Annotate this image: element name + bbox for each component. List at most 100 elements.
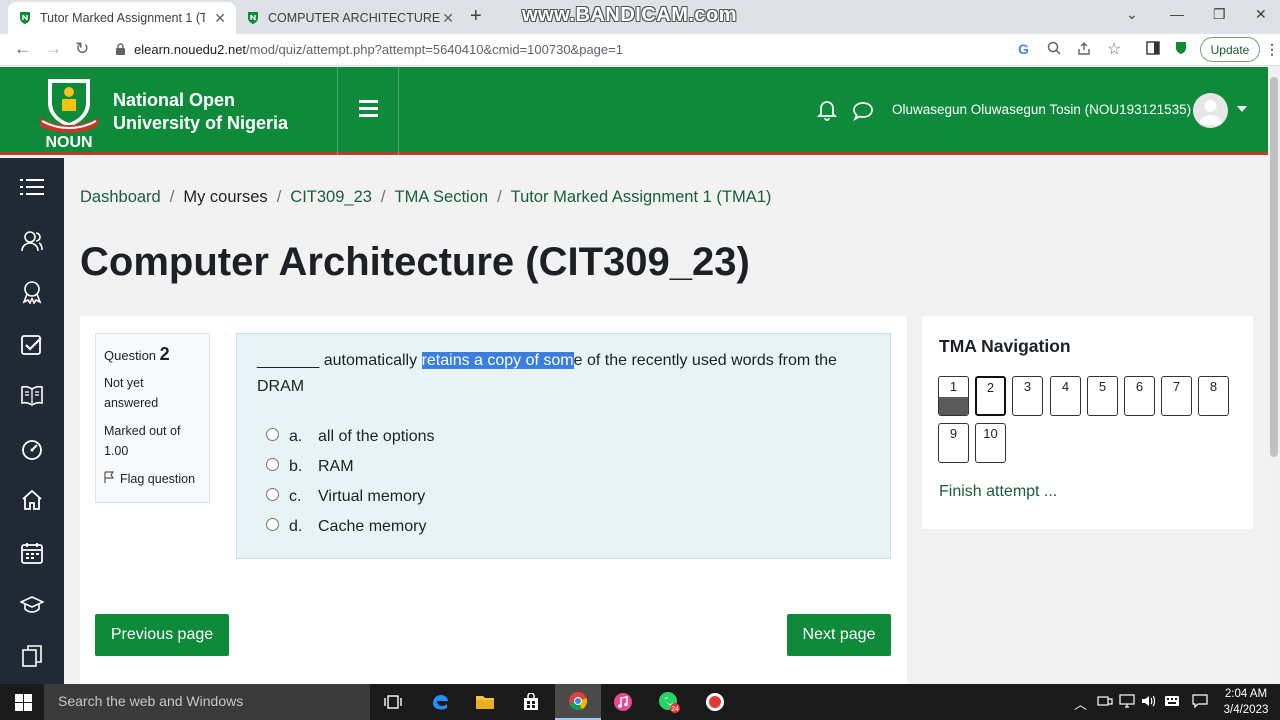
site-brand[interactable]: National Open University of Nigeria [113,89,288,135]
answer-letter: a. [289,428,303,445]
question-content: _______ automatically retains a copy of … [236,333,891,559]
address-bar[interactable]: elearn.nouedu2.net/mod/quiz/attempt.php?… [134,42,623,57]
update-button[interactable]: Update [1200,37,1260,62]
nav-question-number: 2 [986,380,995,395]
next-page-button[interactable]: Next page [787,614,891,656]
share-icon[interactable] [1077,41,1091,58]
action-center-monitor-icon[interactable] [1119,694,1135,711]
answer-text: RAM [318,458,354,475]
menu-dots-icon[interactable]: ⋮ [1265,41,1279,58]
calendar-icon[interactable] [19,540,45,566]
question-text-part: _______ automatically [257,352,422,369]
chrome-icon[interactable] [555,684,601,720]
nav-question-7[interactable]: 7 [1161,376,1192,416]
itunes-icon[interactable] [600,684,646,720]
answer-radio[interactable] [266,457,279,471]
store-icon[interactable] [508,684,554,720]
answer-option-c[interactable]: c. Virtual memory [257,482,870,512]
private-files-icon[interactable] [19,643,45,669]
nav-question-2[interactable]: 2 [975,376,1006,416]
tab-tutor-marked-assignment[interactable]: Tutor Marked Assignment 1 (TMA1 ✕ [8,2,236,34]
user-full-name[interactable]: Oluwasegun Oluwasegun Tosin (NOU19312153… [892,102,1191,117]
breadcrumb-dashboard[interactable]: Dashboard [80,188,161,207]
system-clock[interactable]: 2:04 AM 3/4/2023 [1218,686,1274,718]
close-tab-icon[interactable]: ✕ [214,10,226,27]
whatsapp-icon[interactable]: 24 [646,684,692,720]
nav-question-number: 5 [1098,379,1107,394]
profile-extension-icon[interactable] [1174,41,1188,58]
answer-option-a[interactable]: a. all of the options [257,422,870,452]
file-explorer-icon[interactable] [462,684,508,720]
answer-text: all of the options [318,428,435,445]
competencies-check-icon[interactable] [19,332,45,358]
nav-question-10[interactable]: 10 [975,423,1006,463]
close-tab-icon[interactable]: ✕ [442,10,454,27]
my-courses-cap-icon[interactable] [19,592,45,618]
answer-text: Virtual memory [318,488,426,505]
task-view-icon[interactable] [370,684,416,720]
nav-question-3[interactable]: 3 [1012,376,1043,416]
lock-icon[interactable] [115,43,126,61]
back-icon[interactable]: ← [14,39,31,59]
grades-book-icon[interactable] [19,382,45,408]
flag-question-toggle[interactable]: Flag question [104,471,201,486]
nav-question-6[interactable]: 6 [1124,376,1155,416]
nav-question-8[interactable]: 8 [1198,376,1229,416]
tab-search-chevron-icon[interactable]: ⌄ [1126,6,1138,23]
volume-icon[interactable] [1141,694,1157,711]
zoom-icon[interactable] [1047,41,1061,58]
breadcrumb-divider: / [169,188,175,206]
scrollbar-thumb[interactable] [1270,77,1278,457]
new-tab-icon[interactable]: + [470,5,482,28]
drawer-toggle-list-icon[interactable] [19,174,45,200]
show-hidden-icons-chevron-icon[interactable]: ︿ [1074,694,1087,713]
selected-text: retains a copy of som [421,352,574,369]
keyboard-icon[interactable] [1164,694,1180,711]
reload-icon[interactable]: ↻ [75,39,89,59]
edge-browser-icon[interactable] [417,684,463,720]
nav-question-9[interactable]: 9 [938,423,969,463]
user-avatar[interactable] [1193,93,1228,128]
answer-letter: b. [289,458,303,475]
tab-computer-architecture[interactable]: COMPUTER ARCHITECTURE ✕ [236,2,464,34]
bandicam-record-icon[interactable] [692,684,738,720]
taskbar-search-input[interactable]: Search the web and Windows [44,684,370,720]
dashboard-gauge-icon[interactable] [19,436,45,462]
google-icon[interactable]: G [1018,41,1029,57]
forward-icon[interactable]: → [45,39,62,59]
answer-option-d[interactable]: d. Cache memory [257,512,870,542]
close-window-icon[interactable]: ✕ [1255,6,1267,23]
nav-question-1[interactable]: 1 [938,376,969,416]
notification-bell-icon[interactable] [816,99,838,126]
badges-icon[interactable] [19,279,45,305]
side-panel-icon[interactable] [1146,41,1160,58]
hamburger-menu-icon[interactable] [359,100,378,121]
user-menu-caret-icon[interactable] [1237,106,1247,112]
url-host: elearn.nouedu2.net [134,42,247,57]
noun-logo[interactable]: NOUN [36,75,102,151]
finish-attempt-link[interactable]: Finish attempt ... [939,483,1057,501]
breadcrumb-section[interactable]: TMA Section [395,188,489,207]
noun-favicon-icon [18,11,32,25]
minimize-icon[interactable]: — [1170,6,1184,22]
breadcrumb-course[interactable]: CIT309_23 [290,188,372,207]
network-icon[interactable] [1097,694,1113,711]
participants-icon[interactable] [19,228,45,254]
answer-option-b[interactable]: b. RAM [257,452,870,482]
maximize-icon[interactable]: ❐ [1213,6,1226,23]
brand-line-2: University of Nigeria [113,113,289,133]
nav-question-5[interactable]: 5 [1087,376,1118,416]
answer-radio[interactable] [266,517,279,531]
home-icon[interactable] [19,487,45,513]
answer-radio[interactable] [266,427,279,441]
notifications-icon[interactable] [1192,694,1208,711]
page-scrollbar[interactable] [1268,67,1280,684]
windows-start-icon[interactable] [15,694,32,716]
previous-page-button[interactable]: Previous page [95,614,229,656]
answer-radio[interactable] [266,487,279,501]
nav-question-4[interactable]: 4 [1050,376,1081,416]
question-status: Not yet answered [104,376,159,410]
bookmark-star-icon[interactable]: ☆ [1107,39,1121,59]
breadcrumb-assignment[interactable]: Tutor Marked Assignment 1 (TMA1) [511,188,772,207]
messages-icon[interactable] [852,101,874,126]
